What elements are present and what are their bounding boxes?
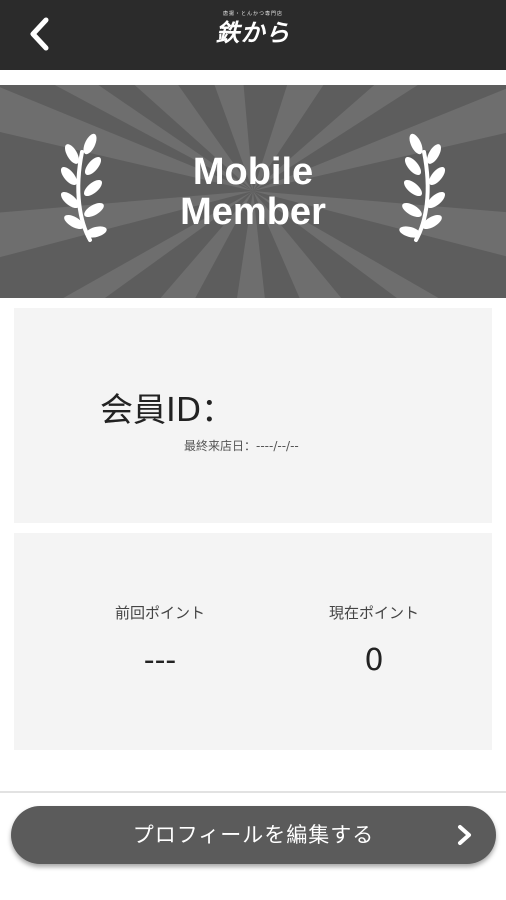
- current-points-label: 現在ポイント: [328, 604, 419, 622]
- member-info-card: 会員ID： 最終来店日：----/--/--: [14, 308, 492, 523]
- banner-title-line1: Mobile: [192, 151, 314, 193]
- last-visit-label: 最終来店日：: [184, 439, 257, 453]
- edit-profile-label: プロフィールを編集する: [132, 823, 375, 847]
- app-header: 唐揚・とんかつ専門店 鉄から: [0, 0, 506, 70]
- banner-title: Mobile Member: [0, 152, 506, 232]
- edit-profile-button[interactable]: プロフィールを編集する: [11, 806, 496, 864]
- last-visit-value: ----/--/--: [256, 439, 299, 453]
- chevron-right-icon: [458, 825, 471, 845]
- brand-logo: 唐揚・とんかつ専門店 鉄から: [0, 10, 506, 48]
- logo-tagline: 唐揚・とんかつ専門店: [222, 11, 283, 17]
- member-id-label: 会員ID：: [100, 390, 235, 429]
- last-visit: 最終来店日：----/--/--: [184, 438, 299, 454]
- banner-title-line2: Member: [180, 191, 326, 233]
- current-points-value: 0: [364, 643, 384, 678]
- points-card: 前回ポイント --- 現在ポイント 0: [14, 533, 492, 750]
- logo-text: 鉄から: [215, 18, 291, 47]
- previous-points-value: ---: [143, 643, 177, 678]
- previous-points-label: 前回ポイント: [114, 604, 205, 622]
- divider: [0, 791, 506, 793]
